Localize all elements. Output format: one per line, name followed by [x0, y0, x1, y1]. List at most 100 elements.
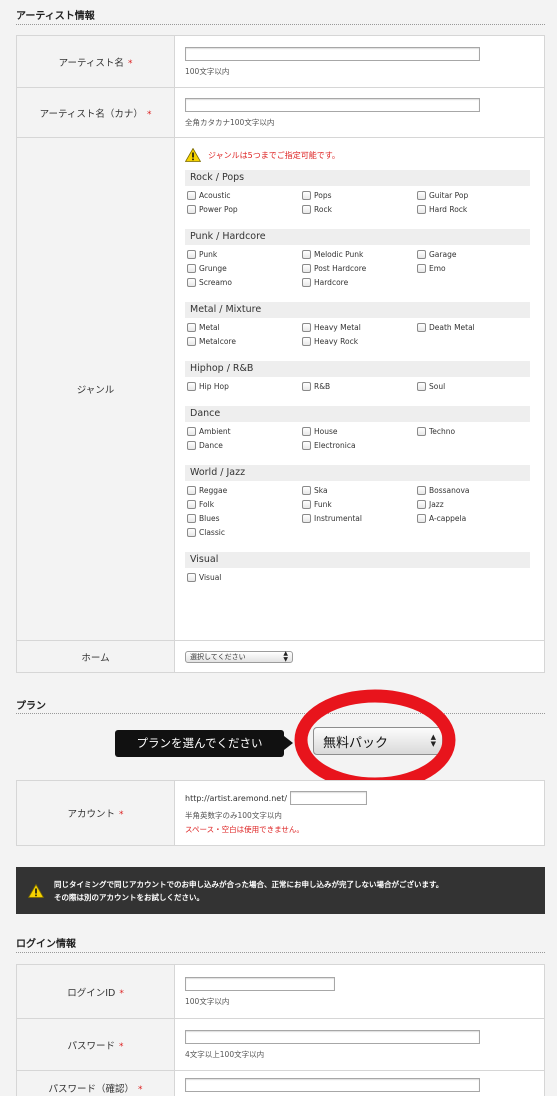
genre-checkbox[interactable]: [302, 337, 311, 346]
genre-option[interactable]: House: [302, 426, 417, 437]
genre-checkbox[interactable]: [417, 514, 426, 523]
genre-option-label: Hardcore: [314, 278, 349, 287]
genre-option[interactable]: Heavy Rock: [302, 336, 417, 347]
password-confirm-input[interactable]: [185, 1078, 480, 1092]
genre-option[interactable]: Metalcore: [187, 336, 302, 347]
genre-option[interactable]: Acoustic: [187, 190, 302, 201]
genre-option[interactable]: Classic: [187, 527, 302, 538]
genre-checkbox[interactable]: [187, 528, 196, 537]
genre-option[interactable]: Metal: [187, 322, 302, 333]
genre-checkbox[interactable]: [302, 323, 311, 332]
genre-option-label: Blues: [199, 514, 220, 523]
genre-option-label: Bossanova: [429, 486, 470, 495]
genre-option-label: Emo: [429, 264, 446, 273]
genre-checkbox[interactable]: [302, 250, 311, 259]
genre-option[interactable]: Hard Rock: [417, 204, 532, 215]
password-confirm-label-cell: パスワード（確認） *: [16, 1070, 175, 1096]
genre-checkbox[interactable]: [417, 191, 426, 200]
genre-option[interactable]: Grunge: [187, 263, 302, 274]
genre-option[interactable]: Electronica: [302, 440, 417, 451]
genre-checkbox[interactable]: [187, 500, 196, 509]
callout-arrow-icon: [284, 736, 293, 750]
genre-checkbox[interactable]: [302, 500, 311, 509]
genre-checkbox[interactable]: [302, 382, 311, 391]
genre-option-label: Ambient: [199, 427, 231, 436]
login-id-input[interactable]: [185, 976, 335, 991]
genre-option[interactable]: Rock: [302, 204, 417, 215]
artist-name-input[interactable]: [185, 46, 480, 61]
genre-checkbox[interactable]: [417, 250, 426, 259]
genre-option-label: Metalcore: [199, 337, 236, 346]
genre-option[interactable]: R&B: [302, 381, 417, 392]
genre-group-heading: World / Jazz: [185, 465, 530, 481]
genre-option[interactable]: Folk: [187, 499, 302, 510]
genre-option[interactable]: Visual: [187, 572, 302, 583]
genre-checkbox[interactable]: [302, 278, 311, 287]
genre-checkbox-grid: Metal Heavy Metal Death Metal Metalcore Heav…: [185, 318, 530, 347]
genre-checkbox[interactable]: [417, 264, 426, 273]
genre-checkbox[interactable]: [187, 573, 196, 582]
genre-option[interactable]: Bossanova: [417, 485, 532, 496]
genre-checkbox[interactable]: [417, 323, 426, 332]
genre-checkbox[interactable]: [417, 427, 426, 436]
genre-checkbox[interactable]: [187, 382, 196, 391]
genre-option[interactable]: Ska: [302, 485, 417, 496]
genre-option[interactable]: Funk: [302, 499, 417, 510]
genre-checkbox[interactable]: [417, 500, 426, 509]
genre-checkbox[interactable]: [417, 205, 426, 214]
genre-checkbox[interactable]: [187, 264, 196, 273]
genre-option[interactable]: Jazz: [417, 499, 532, 510]
genre-option[interactable]: Soul: [417, 381, 532, 392]
genre-option[interactable]: Instrumental: [302, 513, 417, 524]
genre-option[interactable]: Pops: [302, 190, 417, 201]
genre-checkbox[interactable]: [187, 427, 196, 436]
genre-checkbox-grid: Reggae Ska Bossanova Folk Funk Jazz Blues Instr…: [185, 481, 530, 538]
genre-option[interactable]: Post Hardcore: [302, 263, 417, 274]
artist-kana-label-cell: アーティスト名（カナ） *: [16, 87, 175, 138]
genre-option-label: Heavy Rock: [314, 337, 359, 346]
genre-checkbox[interactable]: [302, 264, 311, 273]
genre-option-label: Electronica: [314, 441, 356, 450]
genre-checkbox[interactable]: [302, 427, 311, 436]
genre-option[interactable]: Death Metal: [417, 322, 532, 333]
account-input[interactable]: [290, 791, 368, 805]
genre-checkbox[interactable]: [302, 514, 311, 523]
genre-checkbox[interactable]: [187, 337, 196, 346]
genre-checkbox[interactable]: [417, 382, 426, 391]
genre-group-heading: Metal / Mixture: [185, 302, 530, 318]
genre-option[interactable]: Guitar Pop: [417, 190, 532, 201]
genre-option[interactable]: Hardcore: [302, 277, 417, 288]
genre-checkbox[interactable]: [187, 486, 196, 495]
genre-checkbox[interactable]: [302, 191, 311, 200]
artist-kana-input[interactable]: [185, 97, 480, 112]
genre-checkbox[interactable]: [187, 323, 196, 332]
genre-checkbox[interactable]: [302, 441, 311, 450]
genre-option[interactable]: Punk: [187, 249, 302, 260]
genre-checkbox[interactable]: [302, 486, 311, 495]
genre-option[interactable]: Dance: [187, 440, 302, 451]
genre-option[interactable]: Power Pop: [187, 204, 302, 215]
genre-option[interactable]: Blues: [187, 513, 302, 524]
genre-checkbox[interactable]: [302, 205, 311, 214]
password-input[interactable]: [185, 1029, 480, 1044]
genre-option[interactable]: A-cappela: [417, 513, 532, 524]
genre-checkbox[interactable]: [417, 486, 426, 495]
genre-checkbox[interactable]: [187, 441, 196, 450]
genre-option[interactable]: Reggae: [187, 485, 302, 496]
genre-checkbox[interactable]: [187, 250, 196, 259]
genre-checkbox[interactable]: [187, 278, 196, 287]
genre-option[interactable]: Melodic Punk: [302, 249, 417, 260]
genre-option[interactable]: Heavy Metal: [302, 322, 417, 333]
home-select[interactable]: 選択してください ▲ ▼: [185, 650, 293, 663]
section-divider: [16, 952, 545, 953]
genre-option[interactable]: Garage: [417, 249, 532, 260]
genre-option[interactable]: Emo: [417, 263, 532, 274]
genre-checkbox[interactable]: [187, 191, 196, 200]
genre-option-label: Screamo: [199, 278, 232, 287]
genre-option[interactable]: Screamo: [187, 277, 302, 288]
genre-option[interactable]: Hip Hop: [187, 381, 302, 392]
genre-checkbox[interactable]: [187, 205, 196, 214]
genre-option[interactable]: Techno: [417, 426, 532, 437]
genre-option[interactable]: Ambient: [187, 426, 302, 437]
genre-checkbox[interactable]: [187, 514, 196, 523]
